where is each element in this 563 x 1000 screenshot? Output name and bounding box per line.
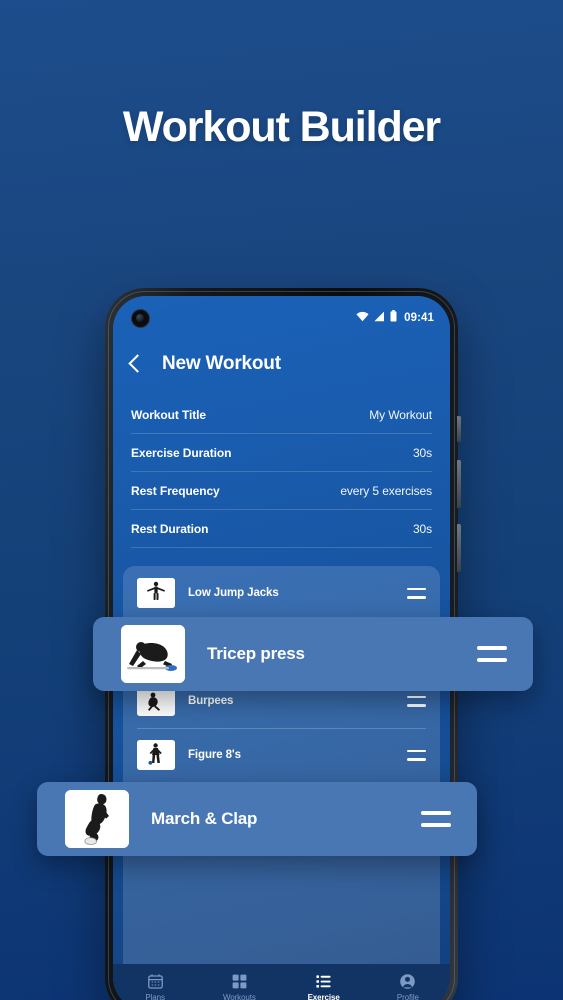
nav-tab-workouts[interactable]: Workouts [197,973,281,1000]
bottom-navigation-bar: Plans Workouts Exercise Profile [113,964,450,1000]
battery-icon [390,309,397,327]
page-title: Workout Builder [122,103,441,151]
nav-tab-exercise[interactable]: Exercise [282,973,366,1000]
list-icon [315,973,332,990]
figure-eights-thumbnail [137,740,175,770]
nav-label: Workouts [222,992,256,1000]
nav-label: Exercise [307,992,340,1000]
workout-settings-list: Workout Title My Workout Exercise Durati… [113,396,450,548]
setting-row-workout-title[interactable]: Workout Title My Workout [131,396,432,434]
setting-row-exercise-duration[interactable]: Exercise Duration 30s [131,434,432,472]
jumping-jacks-thumbnail [137,578,175,608]
app-bar: New Workout [113,340,450,388]
nav-tab-plans[interactable]: Plans [113,973,197,1000]
setting-label: Rest Duration [131,521,209,536]
setting-label: Rest Frequency [131,483,220,498]
setting-value: My Workout [369,407,432,422]
status-bar: 09:41 [113,296,450,340]
exercise-name: Burpees [188,695,234,707]
phone-side-button-top [457,416,461,442]
exercise-name: Figure 8's [188,749,241,761]
nav-label: Plans [145,992,165,1000]
dragging-exercise-card-tricep-press[interactable]: Tricep press [93,617,533,691]
phone-volume-down-button [457,524,461,572]
calendar-icon [147,973,164,990]
list-item[interactable]: Figure 8's [123,728,440,782]
exercise-name: March & Clap [151,809,258,828]
cellular-signal-icon [374,309,385,327]
front-camera-icon [131,309,150,328]
drag-handle-icon[interactable] [407,587,426,599]
setting-value: 30s [412,521,432,536]
list-item[interactable]: Low Jump Jacks [123,566,440,620]
wifi-icon [356,309,369,327]
setting-row-rest-frequency[interactable]: Rest Frequency every 5 exercises [131,472,432,510]
exercise-name: Low Jump Jacks [188,587,279,599]
back-chevron-icon[interactable] [128,354,147,373]
screen-title: New Workout [162,353,281,374]
exercise-name: Tricep press [207,644,305,663]
status-bar-clock: 09:41 [404,312,434,324]
phone-volume-up-button [457,460,461,508]
person-icon [399,973,416,990]
tricep-press-thumbnail [121,625,185,683]
setting-label: Exercise Duration [131,445,232,460]
setting-value: every 5 exercises [340,483,432,498]
setting-value: 30s [412,445,432,460]
setting-row-rest-duration[interactable]: Rest Duration 30s [131,510,432,548]
drag-handle-icon[interactable] [407,749,426,761]
drag-handle-icon[interactable] [421,811,451,827]
drag-handle-icon[interactable] [407,695,426,707]
march-and-clap-thumbnail [65,790,129,848]
drag-handle-icon[interactable] [477,646,507,662]
nav-tab-profile[interactable]: Profile [366,973,450,1000]
grid-icon [231,973,248,990]
nav-label: Profile [396,992,419,1000]
setting-label: Workout Title [131,407,206,422]
dragging-exercise-card-march-and-clap[interactable]: March & Clap [37,782,477,856]
